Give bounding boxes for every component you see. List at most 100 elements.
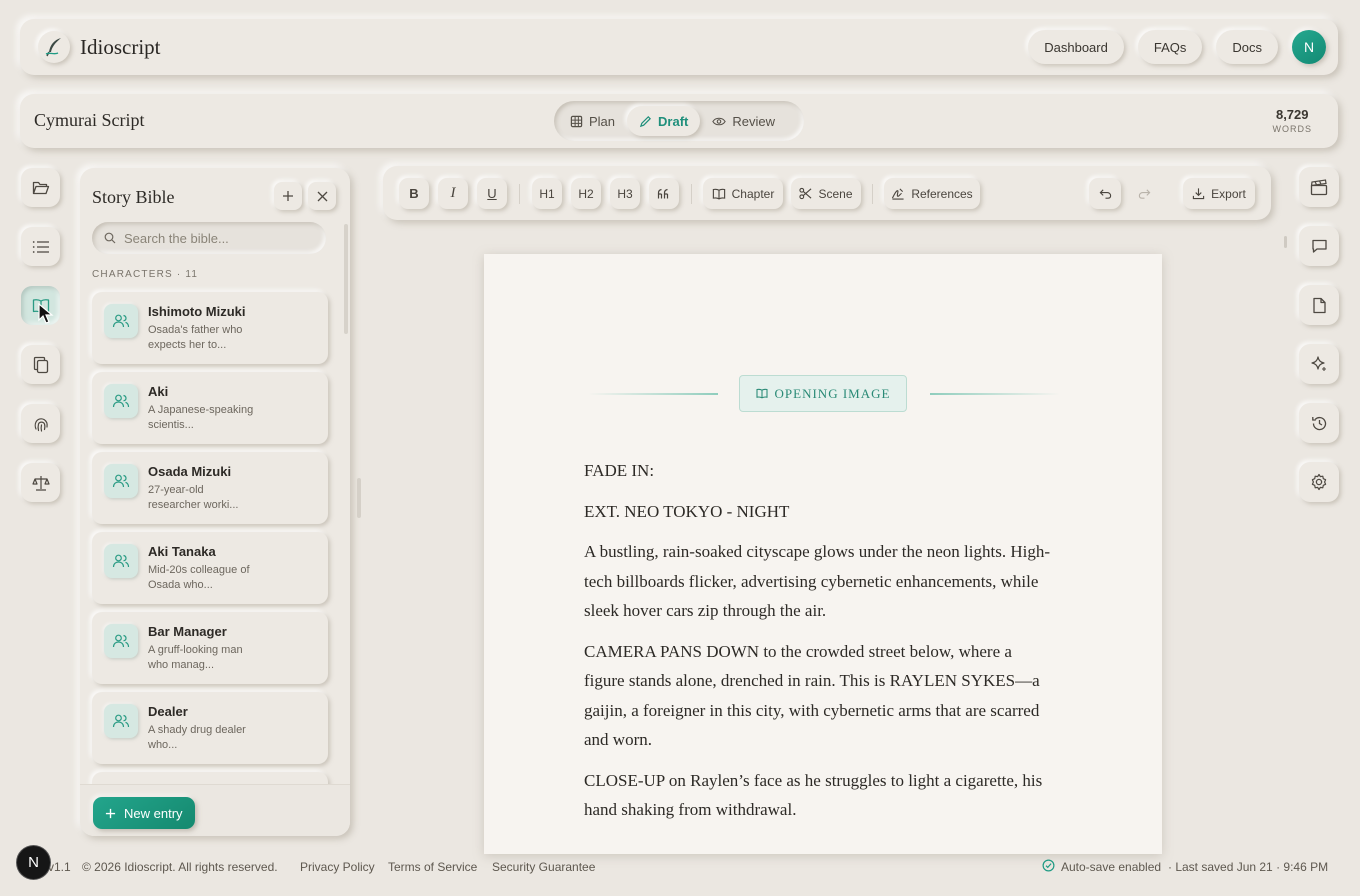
rail-comments[interactable] (1299, 226, 1339, 266)
undo-button[interactable] (1089, 178, 1121, 209)
signature-icon (892, 188, 904, 200)
users-icon (104, 464, 138, 498)
word-count-label: WORDS (1272, 124, 1312, 134)
character-name: Aki (148, 384, 169, 399)
rail-scenes[interactable] (1299, 167, 1339, 207)
script-body[interactable]: FADE IN: EXT. NEO TOKYO - NIGHT A bustli… (584, 456, 1056, 836)
character-card[interactable]: Osada Mizuki 27-year-old researcher work… (92, 452, 328, 524)
rail-legal[interactable] (21, 463, 60, 502)
character-desc: A shady drug dealer who... (148, 724, 246, 751)
chapter-button[interactable]: Chapter (703, 178, 783, 209)
rail-history[interactable] (1299, 403, 1339, 443)
character-card[interactable]: Ishimoto Mizuki Osada's father who expec… (92, 292, 328, 364)
new-entry-button[interactable]: New entry (93, 797, 195, 829)
references-button[interactable]: References (884, 178, 980, 209)
rail-copies[interactable] (21, 345, 60, 384)
quote-button[interactable] (649, 178, 679, 209)
redo-button[interactable] (1128, 178, 1160, 209)
story-bible-title: Story Bible (92, 187, 175, 207)
book-open-icon (755, 388, 768, 399)
note-icon (1312, 297, 1326, 313)
scene-label: Scene (818, 186, 853, 201)
copy-icon (33, 356, 48, 373)
folder-open-icon (32, 181, 49, 194)
character-desc: 27-year-old researcher worki... (148, 484, 239, 511)
character-card[interactable]: Aki A Japanese-speaking scientis... (92, 372, 328, 444)
underline-button[interactable]: U (477, 178, 507, 209)
h2-button[interactable]: H2 (571, 178, 601, 209)
bible-search (92, 222, 326, 254)
bible-search-input[interactable] (124, 230, 304, 246)
dev-badge[interactable]: N (17, 846, 50, 879)
quill-icon (45, 38, 61, 57)
toolbar-divider (519, 184, 520, 204)
scene-divider-line (930, 393, 1060, 395)
security-link[interactable]: Security Guarantee (492, 860, 595, 874)
character-name: Ishimoto Mizuki (148, 304, 246, 319)
privacy-link[interactable]: Privacy Policy (300, 860, 375, 874)
rail-ai-assist[interactable] (1299, 344, 1339, 384)
users-icon (104, 544, 138, 578)
script-action: CAMERA PANS DOWN to the crowded street b… (584, 641, 1040, 750)
project-title[interactable]: Cymurai Script (34, 110, 145, 131)
fingerprint-icon (34, 417, 48, 432)
export-label: Export (1211, 186, 1246, 201)
panel-resize-handle[interactable] (357, 478, 361, 518)
list-icon (32, 240, 49, 253)
italic-button[interactable]: I (438, 178, 468, 209)
faqs-button[interactable]: FAQs (1137, 30, 1203, 64)
character-card[interactable]: Bar Manager A gruff-looking man who mana… (92, 612, 328, 684)
user-avatar[interactable]: N (1292, 30, 1326, 64)
autosave-status: Auto-save enabled (1061, 860, 1162, 874)
app-header: Idioscript Dashboard FAQs Docs N (20, 19, 1338, 75)
bible-scrollbar[interactable] (344, 224, 348, 334)
plus-icon (283, 191, 293, 201)
rail-identity[interactable] (21, 404, 60, 443)
terms-link[interactable]: Terms of Service (388, 860, 477, 874)
rail-settings[interactable] (1299, 462, 1339, 502)
character-card[interactable]: Aki Tanaka Mid-20s colleague of Osada wh… (92, 532, 328, 604)
document-scrollbar[interactable] (1284, 236, 1287, 248)
docs-button[interactable]: Docs (1216, 30, 1278, 64)
add-entry-button[interactable] (274, 182, 302, 210)
h1-button[interactable]: H1 (532, 178, 562, 209)
app-logo[interactable] (38, 31, 70, 63)
dashboard-button[interactable]: Dashboard (1028, 30, 1124, 64)
pencil-icon (639, 115, 652, 127)
check-circle-icon (1042, 859, 1055, 872)
mode-plan[interactable]: Plan (558, 106, 627, 136)
script-page[interactable]: OPENING IMAGE FADE IN: EXT. NEO TOKYO - … (484, 254, 1162, 854)
copyright-text: © 2026 Idioscript. All rights reserved. (82, 860, 278, 874)
last-saved-text: · Last saved Jun 21 · 9:46 PM (1168, 860, 1329, 874)
rail-outline[interactable] (21, 227, 60, 266)
comment-icon (1311, 239, 1327, 253)
character-card[interactable]: Dealer A shady drug dealer who... (92, 692, 328, 764)
character-name: Osada Mizuki (148, 464, 232, 479)
bold-button[interactable]: B (399, 178, 429, 209)
character-desc: Mid-20s colleague of Osada who... (148, 564, 250, 591)
references-label: References (911, 186, 973, 201)
version-label: v1.1 (48, 860, 71, 874)
h3-button[interactable]: H3 (610, 178, 640, 209)
scene-beat-tag[interactable]: OPENING IMAGE (739, 375, 907, 412)
mode-review[interactable]: Review (700, 106, 787, 136)
mode-draft-label: Draft (658, 113, 689, 129)
rail-files[interactable] (21, 168, 60, 207)
users-icon (104, 384, 138, 418)
scene-button[interactable]: Scene (791, 178, 861, 209)
toolbar-divider (691, 184, 692, 204)
export-button[interactable]: Export (1183, 178, 1255, 209)
sparkle-icon (1311, 356, 1326, 371)
users-icon (104, 304, 138, 338)
download-icon (1192, 188, 1205, 200)
toolbar-divider (872, 184, 873, 204)
story-bible-panel: Story Bible CHARACTERS · 11 Ishimoto Miz… (80, 168, 350, 836)
close-panel-button[interactable] (308, 182, 336, 210)
character-name: Dealer (148, 704, 188, 719)
word-counter: 8,729 WORDS (1273, 107, 1313, 134)
mode-plan-label: Plan (589, 113, 616, 129)
rail-notes[interactable] (1299, 285, 1339, 325)
mode-draft[interactable]: Draft (627, 106, 701, 136)
plus-icon (105, 808, 116, 818)
scene-divider-line (588, 393, 718, 395)
